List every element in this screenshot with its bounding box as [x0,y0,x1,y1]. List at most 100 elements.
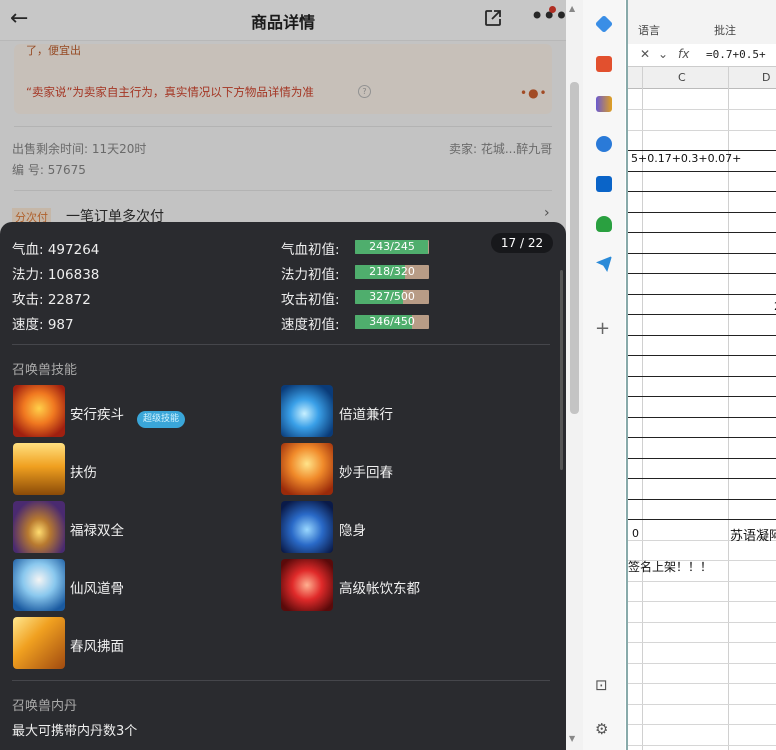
formula-bar: ✕ ⌄ fx =0.7+0.5+ [628,44,776,67]
phoenix-icon[interactable] [281,443,333,495]
grid-line [628,724,776,725]
page-scrollbar[interactable]: ▲ ▼ [566,0,583,750]
neidan-title: 召唤兽内丹 [12,699,78,714]
grid-line [642,67,643,750]
product-detail-page: ← 商品详情 ••• 了，便宜出 “卖家说”为卖家自主行为，真实情况以下方物品详… [0,0,566,750]
screenshot-icon[interactable]: ⊡ [595,676,608,694]
skill-name: 扶伤 [70,465,97,481]
pet-detail-panel: 17 / 22 气血: 497264 法力: 106838 攻击: 22872 … [0,222,566,750]
gear-icon[interactable]: ⚙ [595,720,608,738]
grid-line [728,67,729,750]
cell-name[interactable]: 苏语凝阿 [730,525,776,544]
grid-line [628,130,776,131]
stat-hp-initial-bar: 243/245 [355,240,429,254]
grid-line [628,601,776,602]
skill-name: 安行疾斗 [70,407,124,423]
formula-input[interactable]: =0.7+0.5+ [706,48,766,61]
stat-attack: 攻击: 22872 [12,292,91,308]
grid-line [628,704,776,705]
column-header[interactable]: D [762,71,770,84]
grid-line [628,191,776,192]
ribbon-tab[interactable]: 语言 [638,22,660,38]
golden-wind-icon[interactable] [13,617,65,669]
cell-zero[interactable]: 0 [632,527,639,540]
grid-line [628,663,776,664]
cell-formula-text[interactable]: 5+0.17+0.3+0.07+ [631,152,741,165]
grid-line [628,519,776,520]
grid-line [628,109,776,110]
spreadsheet-window: 语言 批注 ✕ ⌄ fx =0.7+0.5+ C D 5+0.17+0.3+0.… [626,0,776,750]
page-counter: 17 / 22 [491,233,553,253]
browser-sidebar: + ⊡ ⚙ [583,0,625,750]
function-icon[interactable]: fx [678,47,689,61]
cancel-icon[interactable]: ✕ [640,47,650,61]
add-icon[interactable]: + [595,318,610,339]
divider [12,680,550,681]
skill-name: 隐身 [339,523,366,539]
stat-hp: 气血: 497264 [12,242,100,258]
scroll-up-icon[interactable]: ▲ [569,4,575,13]
skill-name: 妙手回春 [339,465,393,481]
grid-line [628,478,776,479]
tree-icon[interactable] [596,216,612,232]
cell-banner[interactable]: 签名上架！！！ [628,558,712,575]
old-sage-icon[interactable] [13,559,65,611]
stat-attack-initial-value: 327/500 [369,290,415,303]
grid-line [628,458,776,459]
grid-line [628,417,776,418]
copilot-icon[interactable] [596,136,612,152]
outlook-icon[interactable] [596,176,612,192]
grid-line [628,581,776,582]
grid-line [628,683,776,684]
confirm-icon[interactable]: ⌄ [658,47,668,61]
stat-mp-initial-bar: 218/320 [355,265,429,279]
grid-line [628,355,776,356]
stat-speed-initial-bar: 346/450 [355,315,429,329]
grid-line [628,314,776,315]
grid-line [628,622,776,623]
send-icon[interactable] [596,256,612,272]
stat-speed: 速度: 987 [12,317,74,333]
grid-line [628,376,776,377]
stat-speed-initial-label: 速度初值: [281,317,340,333]
grid-line [628,642,776,643]
skill-name: 仙风道骨 [70,581,124,597]
tag-icon[interactable] [594,14,614,34]
ribbon: 语言 批注 [628,0,776,44]
stat-hp-initial-label: 气血初值: [281,242,340,258]
column-headers: C D [628,67,776,89]
scroll-thumb[interactable] [570,82,579,414]
golden-rays-icon[interactable] [13,443,65,495]
red-swirl-icon[interactable] [281,559,333,611]
blue-swirl-icon[interactable] [281,385,333,437]
stat-attack-initial-label: 攻击初值: [281,292,340,308]
grid-line [628,396,776,397]
grid-line [628,212,776,213]
grid-line [628,335,776,336]
stat-mp: 法力: 106838 [12,267,100,283]
grid-line [628,171,776,172]
ribbon-tab[interactable]: 批注 [714,22,736,38]
scroll-down-icon[interactable]: ▼ [569,734,575,743]
column-header[interactable]: C [678,71,686,84]
divider [12,344,550,345]
neidan-capacity: 最大可携带内丹数3个 [12,724,138,739]
grid-line [628,273,776,274]
skill-name: 福禄双全 [70,523,124,539]
stat-speed-initial-value: 346/450 [369,315,415,328]
games-icon[interactable] [596,96,612,112]
skill-name: 倍道兼行 [339,407,393,423]
grid-line [628,745,776,746]
grid-line [628,232,776,233]
blue-vortex-icon[interactable] [281,501,333,553]
golden-ring-icon[interactable] [13,501,65,553]
grid-line [628,499,776,500]
grid-line [628,437,776,438]
super-skill-badge: 超级技能 [137,411,185,428]
fire-fist-icon[interactable] [13,385,65,437]
grid-line [628,150,776,151]
toolbox-icon[interactable] [596,56,612,72]
stat-mp-initial-label: 法力初值: [281,267,340,283]
skill-name: 高级帐饮东都 [339,581,420,597]
panel-scrollbar[interactable] [560,270,563,470]
